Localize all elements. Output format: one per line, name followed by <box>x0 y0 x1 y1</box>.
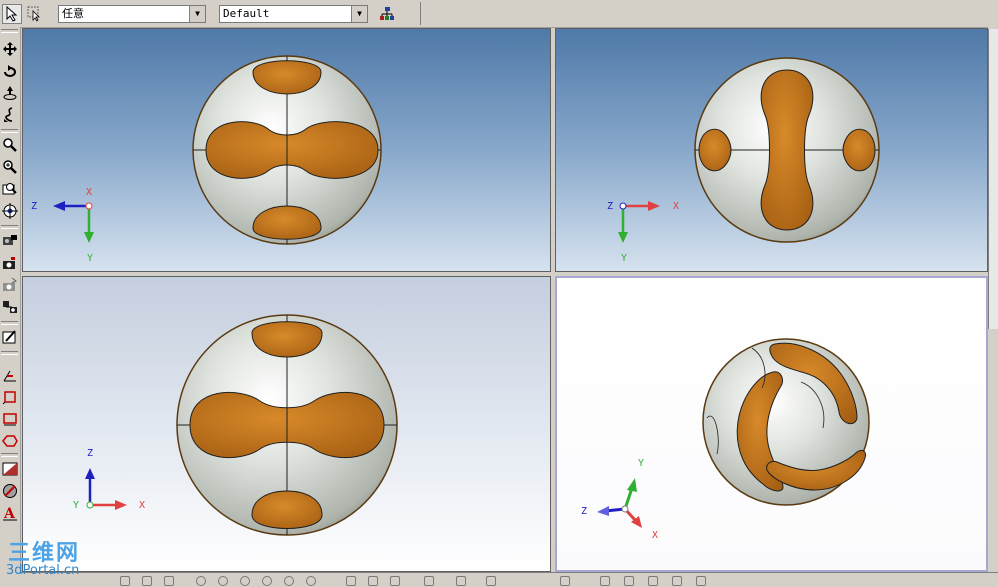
panel-strip <box>988 29 998 329</box>
sphere-model[interactable] <box>192 55 382 245</box>
tool-icon[interactable] <box>600 576 610 586</box>
sphere-model[interactable] <box>694 57 880 243</box>
camera-icon[interactable] <box>2 233 18 249</box>
spin-icon[interactable] <box>2 107 18 123</box>
separator <box>1 453 18 457</box>
tool-icon[interactable] <box>196 576 206 586</box>
section-icon[interactable] <box>2 433 18 449</box>
viewport-bottom-right[interactable]: Y Z X <box>555 276 988 572</box>
axis-label-x: X <box>139 500 145 511</box>
viewport-canvas: Z X Y <box>607 57 880 264</box>
filter-select[interactable]: 任意 ▼ <box>58 5 206 23</box>
pointer-select-icon[interactable] <box>25 4 45 24</box>
sphere-model[interactable] <box>176 314 398 536</box>
pan-icon[interactable] <box>2 41 18 57</box>
viewport-bottom-left[interactable]: Z Y X <box>22 276 551 572</box>
separator <box>1 351 18 355</box>
axis-triad <box>85 468 127 510</box>
tool-icon[interactable] <box>424 576 434 586</box>
zoom-icon[interactable] <box>2 137 18 153</box>
tool-icon[interactable] <box>306 576 316 586</box>
camera-2-icon[interactable] <box>2 255 18 271</box>
axis-label-x: X <box>86 187 92 198</box>
tool-icon[interactable] <box>560 576 570 586</box>
tool-icon[interactable] <box>648 576 658 586</box>
axis-label-z: Z <box>607 201 613 212</box>
axis-label-y: Y <box>73 500 79 511</box>
viewport-canvas: Z Y X <box>31 55 382 264</box>
axis-triad <box>597 478 642 528</box>
tool-icon[interactable] <box>164 576 174 586</box>
text-icon[interactable]: A <box>2 505 18 521</box>
arrow-select-icon[interactable] <box>2 4 22 24</box>
axis-label-x: X <box>652 530 658 541</box>
zoom-fit-icon[interactable] <box>2 181 18 197</box>
view-select[interactable]: Default ▼ <box>219 5 368 23</box>
viewport-top-right[interactable]: Z X Y <box>555 28 988 272</box>
box-icon[interactable] <box>2 389 18 405</box>
tool-icon[interactable] <box>284 576 294 586</box>
axis-label-x: X <box>673 201 679 212</box>
tool-icon[interactable] <box>456 576 466 586</box>
tool-icon[interactable] <box>486 576 496 586</box>
tool-icon[interactable] <box>368 576 378 586</box>
axis-label-z: Z <box>581 506 587 517</box>
tool-icon[interactable] <box>142 576 152 586</box>
tool-icon[interactable] <box>624 576 634 586</box>
axis-label-z: Z <box>87 448 93 459</box>
axis-triad <box>53 201 94 243</box>
viewport-canvas: Z Y X <box>73 314 398 536</box>
target-icon[interactable] <box>2 203 18 219</box>
tool-icon[interactable] <box>390 576 400 586</box>
chevron-down-icon[interactable]: ▼ <box>189 6 205 22</box>
zoom-window-icon[interactable] <box>2 159 18 175</box>
tool-icon[interactable] <box>218 576 228 586</box>
separator <box>1 29 18 33</box>
fly-icon[interactable] <box>2 85 18 101</box>
axis-label-y: Y <box>638 458 644 469</box>
tree-hierarchy-icon[interactable] <box>377 4 397 24</box>
chevron-down-icon[interactable]: ▼ <box>351 6 367 22</box>
separator <box>1 225 18 229</box>
top-toolbar: 任意 ▼ Default ▼ <box>0 0 998 28</box>
axis-label-y: Y <box>621 253 627 264</box>
sphere-model[interactable] <box>702 338 870 506</box>
axis-label-z: Z <box>31 201 37 212</box>
right-panel <box>988 27 998 572</box>
sketch-icon[interactable] <box>2 329 18 345</box>
view-select-value: Default <box>223 7 270 20</box>
tool-icon[interactable] <box>672 576 682 586</box>
camera-4-icon[interactable] <box>2 299 18 315</box>
no-icon[interactable] <box>2 483 18 499</box>
tool-icon[interactable] <box>262 576 272 586</box>
tool-icon[interactable] <box>696 576 706 586</box>
camera-3-icon[interactable] <box>2 277 18 293</box>
frame-icon[interactable] <box>2 411 18 427</box>
rotate-icon[interactable] <box>2 63 18 79</box>
svg-text:A: A <box>3 506 16 521</box>
tool-icon[interactable] <box>240 576 250 586</box>
viewport-canvas: Y Z X <box>581 338 870 541</box>
dimension-icon[interactable] <box>2 367 18 383</box>
axis-triad <box>618 201 660 243</box>
slice-icon[interactable] <box>2 461 18 477</box>
bottom-toolbar <box>20 572 998 587</box>
separator <box>1 129 18 133</box>
tool-icon[interactable] <box>346 576 356 586</box>
tool-icon[interactable] <box>120 576 130 586</box>
viewport-top-left[interactable]: Z Y X <box>22 28 551 272</box>
left-toolbar: A <box>0 27 21 572</box>
filter-select-value: 任意 <box>62 7 84 20</box>
axis-label-y: Y <box>87 253 93 264</box>
separator <box>1 321 18 325</box>
